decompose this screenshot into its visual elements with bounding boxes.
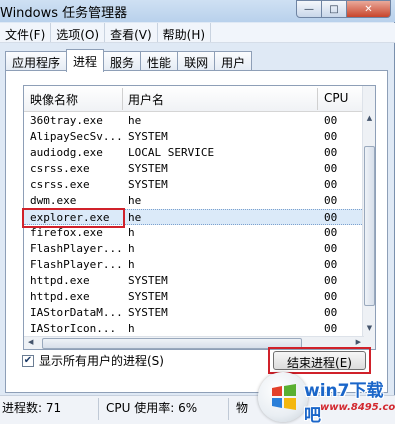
table-row[interactable]: dwm.exe he 00 [24, 193, 364, 209]
table-row[interactable]: IAStorIcon... h 00 [24, 321, 364, 337]
process-user: he [128, 211, 142, 224]
column-divider[interactable] [317, 88, 318, 110]
column-divider[interactable] [122, 88, 123, 110]
tab-services[interactable]: 服务 [103, 51, 142, 71]
process-cpu: 00 [324, 162, 338, 175]
column-header-cpu[interactable]: CPU [324, 91, 348, 105]
process-name: AlipaySecSv... [30, 130, 123, 143]
process-name: dwm.exe [30, 194, 77, 207]
table-row[interactable]: httpd.exe SYSTEM 00 [24, 273, 364, 289]
process-cpu: 00 [324, 258, 338, 271]
list-header: 映像名称 用户名 CPU [24, 86, 375, 112]
process-cpu: 00 [324, 211, 338, 224]
show-all-users[interactable]: ✔ 显示所有用户的进程(S) [22, 352, 164, 369]
watermark-text: win7下载吧 [304, 381, 384, 424]
scroll-down-arrow-icon[interactable]: ▼ [363, 324, 375, 337]
column-header-user-name[interactable]: 用户名 [128, 91, 164, 108]
process-user: SYSTEM [128, 162, 168, 175]
table-row[interactable]: csrss.exe SYSTEM 00 [24, 161, 364, 177]
process-user: SYSTEM [128, 306, 168, 319]
process-name: audiodg.exe [30, 146, 103, 159]
process-cpu: 00 [324, 274, 338, 287]
vertical-scrollbar[interactable]: ▲ ▼ [362, 86, 375, 349]
process-user: SYSTEM [128, 130, 168, 143]
table-row[interactable]: FlashPlayer... h 00 [24, 257, 364, 273]
process-name: csrss.exe [30, 178, 90, 191]
process-name: csrss.exe [30, 162, 90, 175]
process-cpu: 00 [324, 146, 338, 159]
horizontal-scroll-thumb[interactable] [42, 338, 302, 349]
task-manager-window: Windows 任务管理器 — □ ✕ 文件(F) 选项(O) 查看(V) 帮助… [0, 0, 395, 424]
window-title: Windows 任务管理器 [0, 6, 128, 21]
table-row[interactable]: 360tray.exe he 00 [24, 113, 364, 129]
process-name: FlashPlayer... [30, 242, 123, 255]
table-row[interactable]: IAStorDataM... SYSTEM 00 [24, 305, 364, 321]
process-name: FlashPlayer... [30, 258, 123, 271]
process-user: h [128, 322, 135, 335]
watermark-url: www.8495.com [320, 402, 395, 413]
process-cpu: 00 [324, 114, 338, 127]
process-cpu: 00 [324, 178, 338, 191]
status-divider [98, 398, 99, 420]
scroll-left-arrow-icon[interactable]: ◀ [28, 338, 33, 346]
process-user: h [128, 242, 135, 255]
show-all-users-checkbox[interactable]: ✔ [22, 354, 34, 367]
process-user: he [128, 194, 142, 207]
process-user: LOCAL SERVICE [128, 146, 215, 159]
close-button[interactable]: ✕ [347, 0, 391, 18]
process-cpu: 00 [324, 130, 338, 143]
process-cpu: 00 [324, 290, 338, 303]
menu-help[interactable]: 帮助(H) [158, 23, 212, 42]
tab-performance[interactable]: 性能 [140, 51, 179, 71]
process-name: 360tray.exe [30, 114, 103, 127]
table-row[interactable]: AlipaySecSv... SYSTEM 00 [24, 129, 364, 145]
tab-users[interactable]: 用户 [214, 51, 253, 71]
show-all-users-label: 显示所有用户的进程(S) [39, 354, 164, 368]
process-count: 进程数: 71 [2, 401, 62, 415]
scroll-up-arrow-icon[interactable]: ▲ [363, 114, 375, 127]
process-user: SYSTEM [128, 178, 168, 191]
process-cpu: 00 [324, 322, 338, 335]
processes-panel: 映像名称 用户名 CPU 360tray.exe he 00 AlipaySecSv… [5, 70, 388, 393]
tab-strip: 应用程序 进程 服务 性能 联网 用户 [5, 49, 253, 72]
process-user: h [128, 226, 135, 239]
process-cpu: 00 [324, 226, 338, 239]
title-bar[interactable]: Windows 任务管理器 — □ ✕ [0, 0, 395, 22]
menu-options[interactable]: 选项(O) [51, 23, 106, 42]
tab-applications[interactable]: 应用程序 [5, 51, 68, 71]
table-row[interactable]: csrss.exe SYSTEM 00 [24, 177, 364, 193]
process-user: h [128, 258, 135, 271]
vertical-scroll-thumb[interactable] [364, 146, 375, 306]
process-name: IAStorDataM... [30, 306, 123, 319]
process-cpu: 00 [324, 306, 338, 319]
scroll-right-arrow-icon[interactable]: ▶ [356, 338, 361, 346]
column-header-image-name[interactable]: 映像名称 [30, 91, 78, 108]
window-controls: — □ ✕ [296, 0, 391, 18]
menu-view[interactable]: 查看(V) [105, 23, 158, 42]
process-cpu: 00 [324, 242, 338, 255]
table-row[interactable]: audiodg.exe LOCAL SERVICE 00 [24, 145, 364, 161]
menu-file[interactable]: 文件(F) [0, 23, 52, 42]
explorer-highlight-box [22, 208, 125, 228]
memory-usage: 物 [236, 401, 249, 415]
tab-processes[interactable]: 进程 [66, 49, 105, 72]
maximize-button[interactable]: □ [322, 0, 347, 18]
process-name: httpd.exe [30, 290, 90, 303]
minimize-button[interactable]: — [296, 0, 322, 18]
watermark: win7下载吧 www.8495.com [258, 366, 395, 424]
process-user: he [128, 114, 142, 127]
process-user: SYSTEM [128, 290, 168, 303]
cpu-usage: CPU 使用率: 6% [106, 401, 198, 415]
status-divider [228, 398, 229, 420]
process-user: SYSTEM [128, 274, 168, 287]
process-name: IAStorIcon... [30, 322, 117, 335]
windows-flag-icon [272, 384, 296, 410]
menu-bar: 文件(F) 选项(O) 查看(V) 帮助(H) [0, 23, 395, 43]
tab-networking[interactable]: 联网 [177, 51, 216, 71]
table-row[interactable]: FlashPlayer... h 00 [24, 241, 364, 257]
process-name: httpd.exe [30, 274, 90, 287]
process-cpu: 00 [324, 194, 338, 207]
table-row[interactable]: httpd.exe SYSTEM 00 [24, 289, 364, 305]
